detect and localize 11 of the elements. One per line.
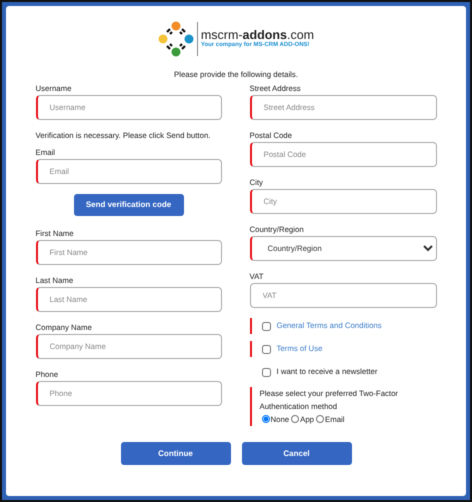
checkbox[interactable] [262,322,270,330]
radio-button[interactable] [316,415,324,423]
cancel-button[interactable]: Cancel [242,442,352,465]
send-code-button[interactable]: Send verification code [74,194,184,216]
checkbox[interactable] [262,344,270,354]
logo-icon [158,21,194,57]
checkbox[interactable] [262,368,270,376]
radio-button[interactable] [262,415,270,423]
logo-wordmark: mscrm-addons.com [200,29,314,42]
continue-button[interactable]: Continue [120,442,230,465]
radio-button[interactable] [291,415,300,423]
